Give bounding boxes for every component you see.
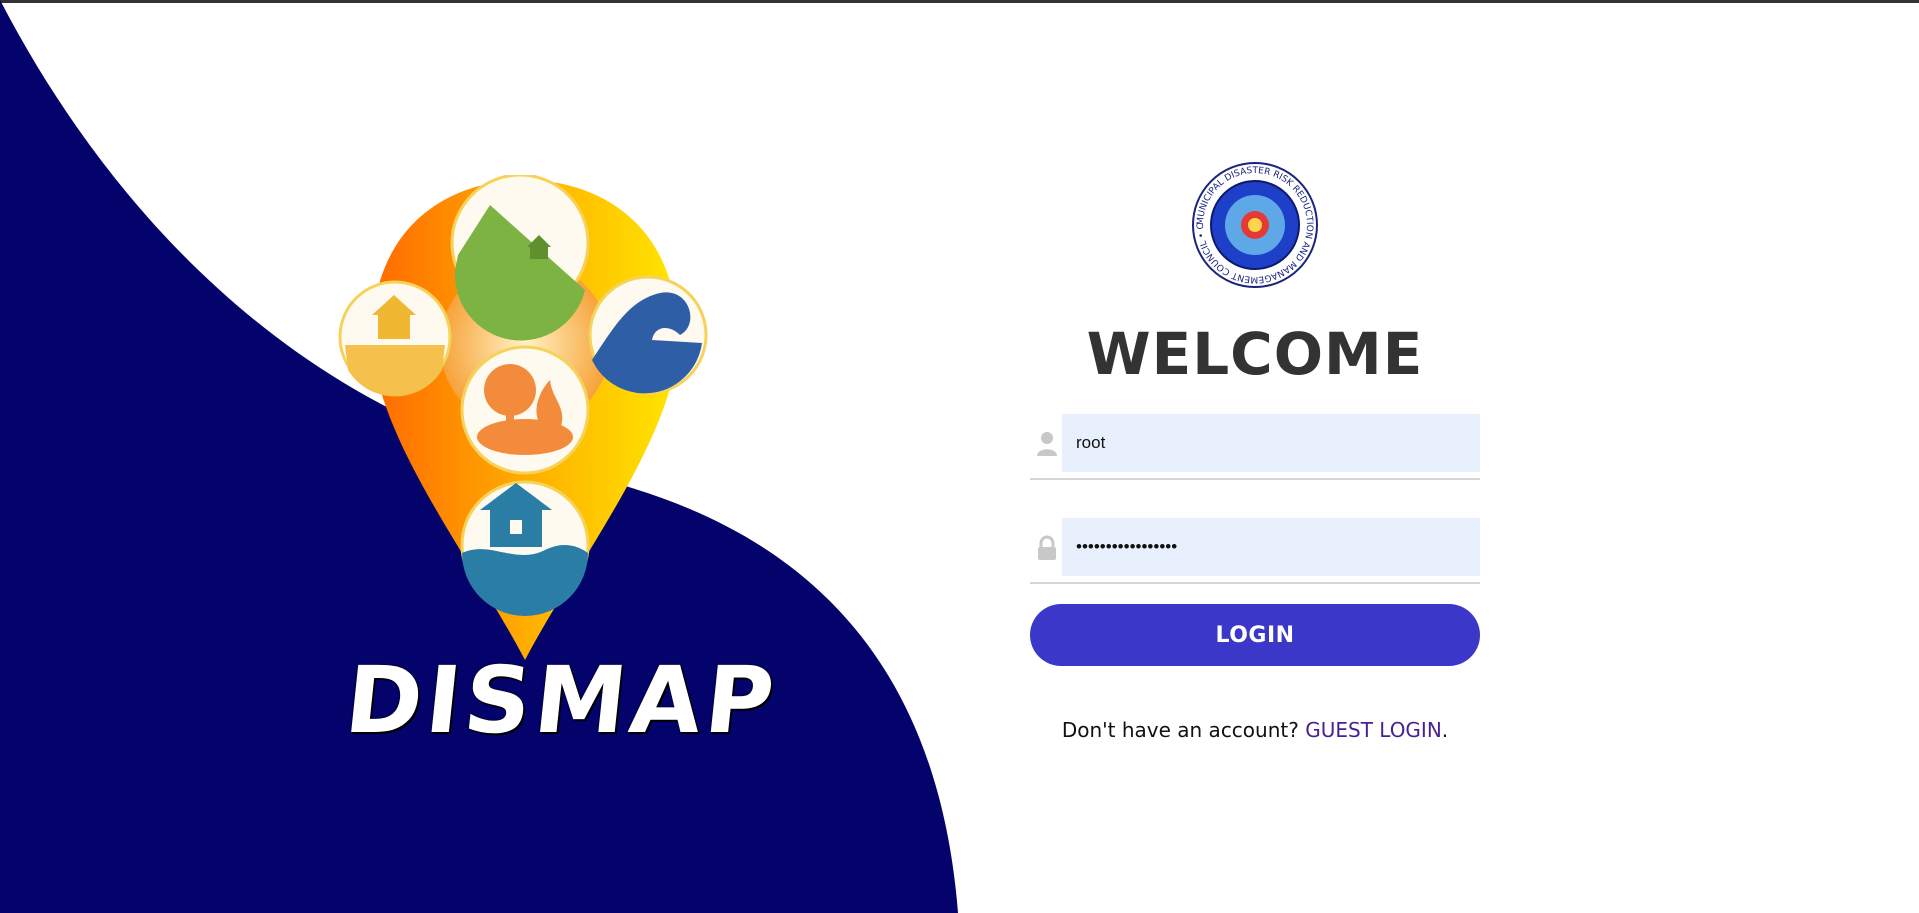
landslide-icon <box>450 175 590 341</box>
brand-name: DISMAP <box>340 647 783 754</box>
signup-prompt-line: Don't have an account? GUEST LOGIN. <box>1030 718 1480 742</box>
wildfire-icon <box>460 345 590 475</box>
username-input[interactable] <box>1062 414 1480 472</box>
username-row <box>1030 414 1480 480</box>
earthquake-icon <box>338 280 452 397</box>
guest-login-link[interactable]: GUEST LOGIN <box>1305 718 1442 742</box>
flood-icon <box>460 480 590 616</box>
welcome-heading: WELCOME <box>1086 320 1424 388</box>
password-row <box>1030 518 1480 584</box>
navy-wave-background <box>0 0 958 913</box>
lock-icon <box>1038 535 1056 560</box>
login-button[interactable]: LOGIN <box>1030 604 1480 666</box>
tsunami-icon <box>588 275 708 395</box>
signup-prompt-text: Don't have an account? <box>1061 718 1299 742</box>
user-icon <box>1037 432 1057 456</box>
municipal-seal-logo: MUNICIPAL DISASTER RISK REDUCTION AND MA… <box>1190 160 1318 288</box>
login-panel: MUNICIPAL DISASTER RISK REDUCTION AND MA… <box>1030 160 1480 742</box>
signup-suffix: . <box>1441 718 1449 742</box>
password-input[interactable] <box>1062 518 1480 576</box>
